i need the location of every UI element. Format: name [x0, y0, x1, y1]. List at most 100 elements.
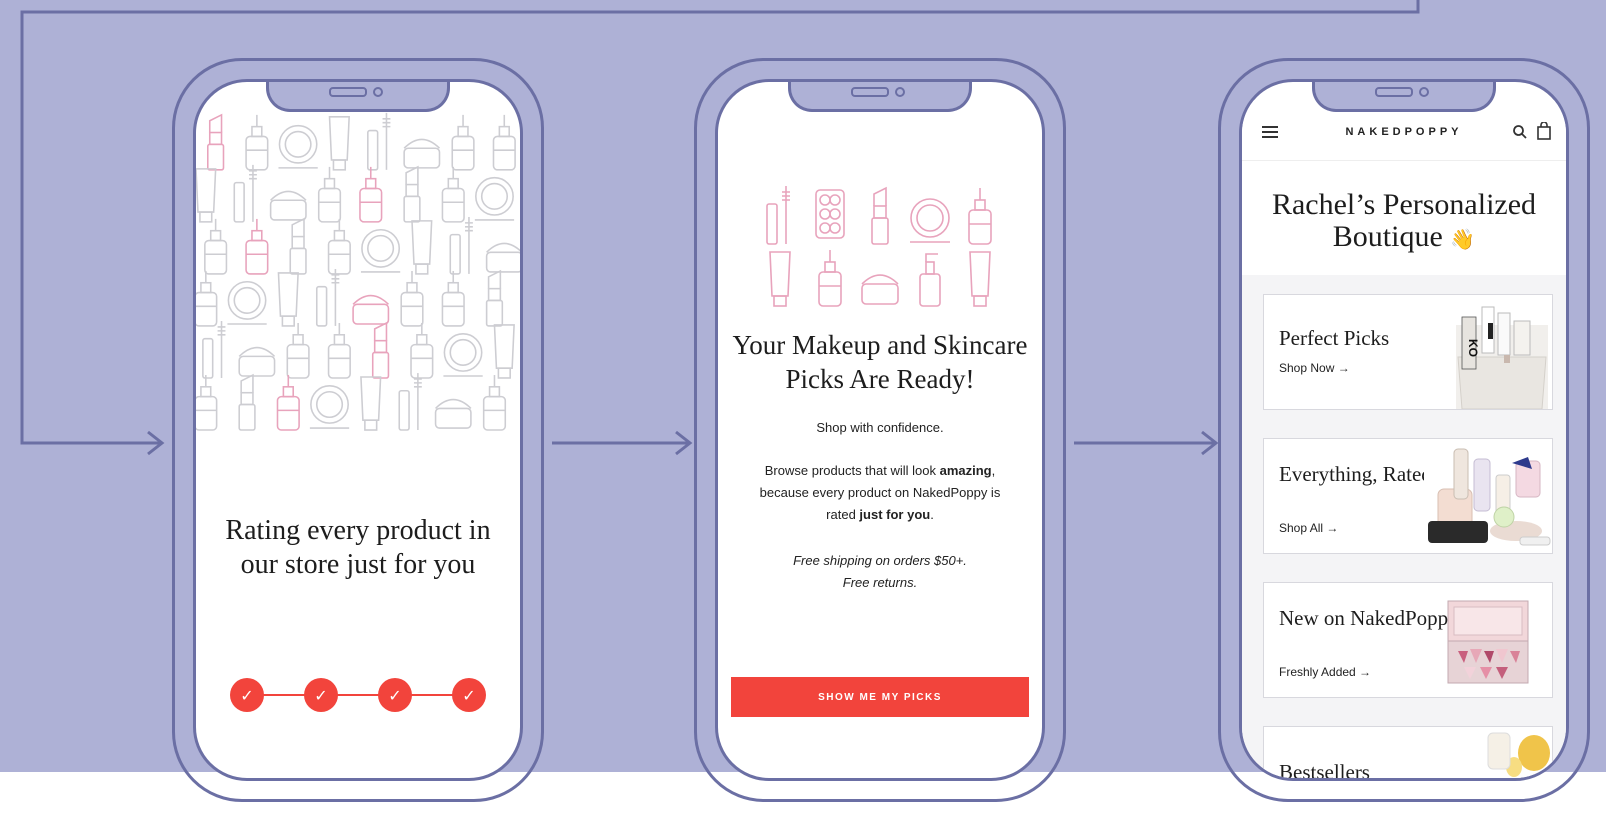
- rating-title: Rating every product in our store just f…: [225, 515, 491, 580]
- bottle-icon: [204, 218, 228, 275]
- mascara-icon: [449, 216, 473, 275]
- bottle-icon: [327, 323, 351, 379]
- card-rated-for-you[interactable]: Everything, Rated For You Shop All →: [1263, 438, 1553, 554]
- mascara-icon: [202, 321, 226, 379]
- shop-all-link[interactable]: Shop All →: [1279, 521, 1338, 535]
- step-2-check-icon: ✓: [304, 678, 338, 712]
- phone-boutique: NAKEDPOPPY Rachel’s Personalized Boutiqu…: [1218, 58, 1590, 802]
- tube-icon: [969, 251, 991, 307]
- phone-rating: Rating every product in our store just f…: [172, 58, 544, 802]
- compact-icon: [910, 198, 950, 243]
- lipstick-icon: [871, 186, 889, 245]
- screen-picks-ready: Your Makeup and Skincare Picks Are Ready…: [715, 79, 1045, 781]
- bottle-icon: [818, 250, 842, 307]
- jar-icon: [403, 138, 441, 169]
- bestsellers-image: [1487, 732, 1550, 777]
- tube-icon: [328, 116, 350, 171]
- lipstick-icon: [206, 113, 225, 171]
- compact-icon: [360, 228, 401, 273]
- lipstick-icon: [238, 373, 256, 431]
- bottle-icon: [245, 114, 269, 171]
- mascara-icon: [233, 164, 257, 223]
- jar-icon: [269, 190, 307, 221]
- screen-boutique: NAKEDPOPPY Rachel’s Personalized Boutiqu…: [1239, 79, 1569, 781]
- shop-now-link[interactable]: Shop Now →: [1279, 361, 1350, 375]
- wave-emoji-icon: 👋: [1450, 229, 1476, 251]
- bottle-icon: [400, 270, 424, 327]
- boutique-header: Rachel’s Personalized Boutique 👋: [1242, 161, 1566, 275]
- jar-icon: [238, 346, 276, 377]
- tube-icon: [493, 324, 515, 379]
- skincare-products-image: [1424, 439, 1552, 553]
- tote-bag-products-image: KO: [1456, 306, 1548, 409]
- jar-icon: [861, 274, 899, 305]
- bottle-icon: [196, 270, 218, 327]
- makeup-icons-grid: [766, 186, 992, 307]
- tube-icon: [411, 220, 433, 275]
- mascara-icon: [315, 268, 340, 327]
- tube-icon: [196, 168, 217, 223]
- phone-notch: [1312, 82, 1496, 112]
- bottle-icon: [410, 323, 434, 379]
- card-new-on-nakedpoppy[interactable]: New on NakedPoppy Freshly Added →: [1263, 582, 1553, 698]
- compact-icon: [474, 176, 515, 221]
- bottle-icon: [451, 114, 475, 171]
- bottle-icon: [286, 323, 310, 379]
- lipstick-icon: [289, 217, 307, 275]
- bottle-icon: [482, 375, 507, 431]
- svg-text:KO: KO: [1466, 339, 1480, 357]
- tube-icon: [277, 272, 299, 327]
- bottle-icon: [317, 166, 342, 223]
- compact-icon: [278, 124, 318, 169]
- shipping-text: Free shipping on orders $50+. Free retur…: [793, 553, 967, 590]
- bottle-icon: [492, 114, 516, 171]
- card-title: Bestsellers: [1279, 760, 1370, 781]
- compact-icon: [309, 385, 350, 429]
- bottle-icon: [968, 188, 992, 245]
- phone-notch: [266, 82, 450, 112]
- body-text: Browse products that will look amazing, …: [759, 463, 1001, 522]
- freshly-added-link[interactable]: Freshly Added →: [1279, 665, 1371, 679]
- search-icon[interactable]: [1512, 124, 1528, 140]
- picks-title: Your Makeup and Skincare Picks Are Ready…: [732, 330, 1028, 394]
- compact-icon: [227, 280, 267, 325]
- lipstick-icon: [485, 269, 504, 327]
- show-picks-button[interactable]: SHOW ME MY PICKS: [731, 677, 1029, 717]
- progress-steps: ✓ ✓ ✓ ✓: [230, 678, 486, 712]
- palette-icon: [815, 189, 845, 239]
- lipstick-icon: [371, 321, 390, 379]
- bottle-icon: [359, 166, 383, 223]
- tube-icon: [769, 251, 791, 307]
- boutique-title: Rachel’s Personalized Boutique 👋: [1271, 188, 1537, 253]
- step-4-check-icon: ✓: [452, 678, 486, 712]
- bottle-icon: [276, 375, 300, 431]
- card-bestsellers[interactable]: Bestsellers: [1263, 726, 1553, 781]
- mascara-icon: [367, 112, 391, 171]
- compact-icon: [443, 333, 483, 377]
- jar-icon: [485, 242, 520, 273]
- screen-rating: Rating every product in our store just f…: [193, 79, 523, 781]
- bottle-icon: [196, 375, 218, 431]
- mascara-icon: [398, 373, 422, 431]
- jar-icon: [352, 294, 390, 325]
- card-title: Perfect Picks: [1279, 326, 1390, 350]
- jar-icon: [434, 398, 472, 429]
- step-1-check-icon: ✓: [230, 678, 264, 712]
- bottle-icon: [245, 218, 269, 275]
- bottle-icon: [327, 218, 351, 275]
- collection-cards: Perfect Picks Shop Now → KO Everything, …: [1242, 275, 1566, 778]
- step-3-check-icon: ✓: [378, 678, 412, 712]
- bottle-icon: [441, 166, 465, 223]
- mascara-icon: [766, 186, 790, 245]
- lipstick-icon: [403, 165, 421, 223]
- card-perfect-picks[interactable]: Perfect Picks Shop Now → KO: [1263, 294, 1553, 410]
- phone-picks-ready: Your Makeup and Skincare Picks Are Ready…: [694, 58, 1066, 802]
- tagline: Shop with confidence.: [816, 420, 944, 435]
- eyeshadow-palette-image: [1447, 600, 1529, 684]
- phone-notch: [788, 82, 972, 112]
- tube-icon: [360, 376, 382, 431]
- bottle-icon: [441, 270, 465, 327]
- shopping-bag-icon[interactable]: [1536, 122, 1552, 140]
- cosmetics-pattern-icon: [196, 112, 520, 431]
- pump-icon: [919, 253, 941, 307]
